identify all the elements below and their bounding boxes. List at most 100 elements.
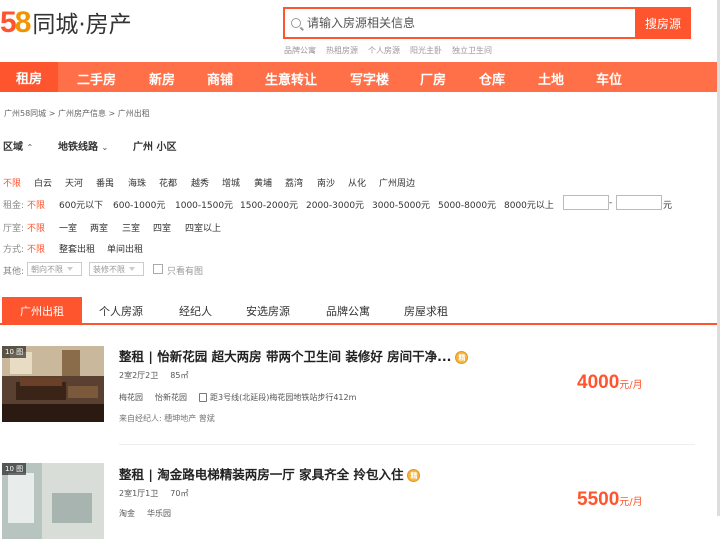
search-button[interactable]: 搜房源 — [635, 7, 691, 39]
rent-option[interactable]: 600元以下 — [59, 198, 103, 211]
rent-option[interactable]: 1500-2000元 — [240, 198, 298, 211]
listing-estate[interactable]: 梅花园 — [119, 393, 143, 402]
district-item[interactable]: 从化 — [348, 176, 366, 189]
orientation-value: 朝向不限 — [31, 264, 63, 274]
district-any[interactable]: 不限 — [3, 176, 21, 189]
listing-community[interactable]: 怡新花园 — [155, 393, 187, 402]
rent-option[interactable]: 5000-8000元 — [438, 198, 496, 211]
hot-link[interactable]: 独立卫生间 — [452, 45, 492, 56]
district-item[interactable]: 荔湾 — [285, 176, 303, 189]
photo-count: 10 图 — [2, 463, 27, 475]
filter-tab-community[interactable]: 广州 小区 — [133, 138, 176, 153]
nav-item-shops[interactable]: 商铺 — [207, 69, 233, 88]
rooms-any[interactable]: 不限 — [27, 221, 45, 234]
site-logo[interactable]: 5 8 同城·房产 — [0, 5, 132, 39]
rent-option[interactable]: 1000-1500元 — [175, 198, 233, 211]
photo-count: 10 图 — [2, 346, 27, 358]
price-value: 4000 — [577, 372, 620, 393]
image-only-label: 只看有图 — [167, 267, 204, 277]
listing-estate[interactable]: 淘金 — [119, 509, 135, 518]
rent-option[interactable]: 3000-5000元 — [372, 198, 430, 211]
method-option[interactable]: 整套出租 — [59, 242, 95, 255]
image-only-checkbox[interactable] — [153, 264, 163, 274]
district-item[interactable]: 番禺 — [96, 176, 114, 189]
rooms-option[interactable]: 四室 — [153, 221, 171, 234]
listing-layout: 2室2厅2卫 — [119, 371, 159, 380]
tab-safe-select[interactable]: 安选房源 — [246, 303, 290, 319]
filter-tab-subway[interactable]: 地铁线路 ⌄ — [58, 138, 108, 153]
listing-layout: 2室1厅1卫 — [119, 489, 159, 498]
hot-link[interactable]: 热租房源 — [326, 45, 358, 56]
logo-text: 同城·房产 — [32, 12, 132, 38]
rooms-option[interactable]: 三室 — [122, 221, 140, 234]
orientation-select[interactable]: 朝向不限 — [27, 262, 82, 276]
listing-specs: 2室1厅1卫 70㎡ — [119, 488, 200, 499]
filter-tab-region[interactable]: 区域 ⌃ — [3, 138, 33, 153]
nav-item-parking[interactable]: 车位 — [596, 69, 622, 88]
listing-photo[interactable]: 10 图 — [2, 346, 104, 422]
listing-specs: 2室2厅2卫 85㎡ — [119, 370, 200, 381]
rent-min-input[interactable] — [563, 195, 609, 210]
hot-link[interactable]: 品牌公寓 — [284, 45, 316, 56]
tab-brand-apartment[interactable]: 品牌公寓 — [326, 303, 370, 319]
nav-item-warehouse[interactable]: 仓库 — [479, 69, 505, 88]
chevron-up-icon: ⌃ — [26, 143, 34, 152]
listing-photo[interactable]: 10 图 — [2, 463, 104, 539]
nav-item-second-hand[interactable]: 二手房 — [77, 69, 116, 88]
rent-option[interactable]: 2000-3000元 — [306, 198, 364, 211]
tab-wanted[interactable]: 房屋求租 — [404, 303, 448, 319]
price-unit: 元/月 — [619, 380, 643, 391]
nav-item-new-house[interactable]: 新房 — [149, 69, 175, 88]
nav-item-land[interactable]: 土地 — [538, 69, 564, 88]
rooms-option[interactable]: 两室 — [90, 221, 108, 234]
rent-max-input[interactable] — [616, 195, 662, 210]
logo-digit-5: 5 — [0, 6, 17, 39]
nav-item-office[interactable]: 写字楼 — [350, 69, 389, 88]
main-nav: 租房 二手房 新房 商铺 生意转让 写字楼 厂房 仓库 土地 车位 — [0, 62, 720, 92]
district-item[interactable]: 天河 — [65, 176, 83, 189]
breadcrumb-sep: > — [48, 109, 56, 118]
tab-personal[interactable]: 个人房源 — [99, 303, 143, 319]
listing-price: 5500元/月 — [577, 489, 643, 511]
listing-price: 4000元/月 — [577, 372, 643, 394]
filter-tab-label: 地铁线路 — [58, 142, 98, 153]
tab-guangzhou-rent[interactable]: 广州出租 — [2, 297, 82, 325]
breadcrumb-item[interactable]: 广州房产信息 — [58, 109, 106, 118]
hot-link[interactable]: 阳光主卧 — [410, 45, 442, 56]
rent-range-dash: - — [609, 198, 613, 208]
breadcrumb-item[interactable]: 广州出租 — [118, 109, 150, 118]
nav-item-business-transfer[interactable]: 生意转让 — [265, 69, 317, 88]
rooms-option[interactable]: 四室以上 — [185, 221, 221, 234]
method-any[interactable]: 不限 — [27, 242, 45, 255]
district-item[interactable]: 南沙 — [317, 176, 335, 189]
rent-any[interactable]: 不限 — [27, 198, 45, 211]
listing-community[interactable]: 华乐园 — [147, 509, 171, 518]
tab-agents[interactable]: 经纪人 — [179, 303, 212, 319]
decoration-select[interactable]: 装修不限 — [89, 262, 144, 276]
district-item[interactable]: 海珠 — [128, 176, 146, 189]
district-item[interactable]: 广州周边 — [379, 176, 415, 189]
district-item[interactable]: 黄埔 — [254, 176, 272, 189]
rent-option[interactable]: 8000元以上 — [504, 198, 554, 211]
listing-area: 70㎡ — [170, 489, 189, 498]
nav-item-factory[interactable]: 厂房 — [420, 69, 446, 88]
listing-title-text: 整租 | 淘金路电梯精装两房一厅 家具齐全 拎包入住 — [119, 467, 404, 482]
listing-title[interactable]: 整租 | 淘金路电梯精装两房一厅 家具齐全 拎包入住精 — [119, 464, 421, 483]
search-icon — [291, 18, 301, 28]
listing-title[interactable]: 整租 | 怡新花园 超大两房 带两个卫生间 装修好 房间干净... 精 — [119, 346, 469, 365]
district-item[interactable]: 白云 — [34, 176, 52, 189]
listing-title-text: 整租 | 怡新花园 超大两房 带两个卫生间 装修好 房间干净... — [119, 349, 452, 364]
rooms-option[interactable]: 一室 — [59, 221, 77, 234]
hot-link[interactable]: 个人房源 — [368, 45, 400, 56]
search-input[interactable] — [307, 16, 607, 30]
method-label: 方式: — [3, 245, 25, 255]
district-item[interactable]: 花都 — [159, 176, 177, 189]
district-item[interactable]: 越秀 — [191, 176, 209, 189]
method-option[interactable]: 单间出租 — [107, 242, 143, 255]
district-item[interactable]: 增城 — [222, 176, 240, 189]
nav-item-rent[interactable]: 租房 — [0, 62, 58, 92]
hot-links: 品牌公寓 热租房源 个人房源 阳光主卧 独立卫生间 — [284, 45, 492, 56]
price-value: 5500 — [577, 489, 620, 510]
rent-option[interactable]: 600-1000元 — [113, 198, 165, 211]
breadcrumb-item[interactable]: 广州58同城 — [4, 109, 46, 118]
